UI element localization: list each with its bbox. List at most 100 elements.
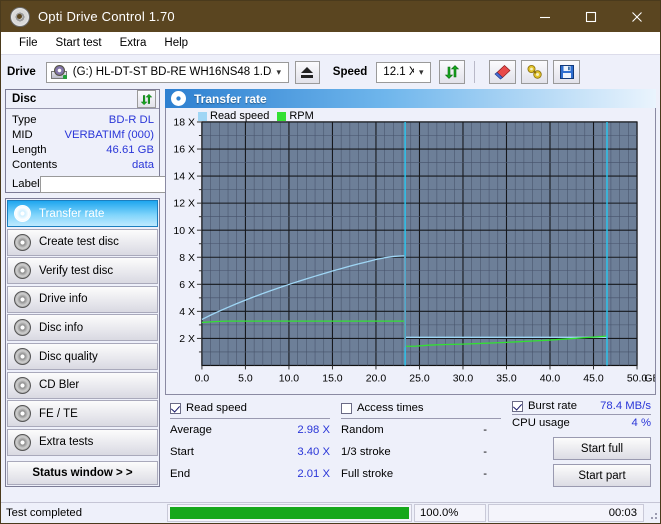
y-axis-label: 6 X (179, 280, 195, 291)
x-axis-label: 0.0 (195, 373, 210, 384)
y-axis-label: 18 X (173, 118, 195, 129)
disc-row-type-key: Type (12, 114, 37, 126)
eject-button[interactable] (295, 61, 320, 84)
cd-bler-icon (14, 377, 31, 394)
stat-row-cpu-usage: CPU usage 4 % (512, 415, 651, 431)
menu-help[interactable]: Help (155, 34, 197, 52)
x-axis-label: 45.0 (583, 373, 604, 384)
sidebar-item-fe-te[interactable]: FE / TE (7, 400, 158, 427)
read-speed-header: Read speed (170, 400, 330, 419)
sidebar-item-label: Transfer rate (39, 208, 104, 220)
x-axis-label: 30.0 (453, 373, 474, 384)
chevron-down-icon: ▾ (272, 67, 286, 78)
application-window: Opti Drive Control 1.70 File Start test … (0, 0, 661, 524)
status-window-button[interactable]: Status window > > (7, 461, 158, 485)
burst-rate-value: 78.4 MB/s (600, 400, 651, 412)
content-area: Transfer rate Read speed RPM 2 X4 X6 X8 … (165, 89, 656, 487)
menu-file[interactable]: File (10, 34, 47, 52)
sidebar-item-label: CD Bler (39, 379, 79, 391)
erase-button[interactable] (489, 60, 516, 84)
disc-quality-icon (14, 348, 31, 365)
chart-title: Transfer rate (194, 92, 267, 106)
status-message: Test completed (2, 504, 165, 522)
speed-select[interactable]: 12.1 X ▾ (376, 62, 431, 83)
save-button[interactable] (553, 60, 580, 84)
refresh-button[interactable] (439, 60, 465, 84)
read-speed-title: Read speed (186, 402, 247, 414)
stat-key: 1/3 stroke (341, 446, 391, 458)
start-part-button[interactable]: Start part (553, 464, 651, 487)
legend-rpm: RPM (277, 110, 313, 122)
sidebar-item-label: Disc quality (39, 351, 98, 363)
disc-panel-title: Disc (12, 93, 36, 105)
tools-button[interactable] (521, 60, 548, 84)
stat-row-average: Average 2.98 X (170, 419, 330, 441)
burst-rate-header: Burst rate 78.4 MB/s (512, 400, 651, 415)
speed-label: Speed (333, 66, 368, 78)
burst-rate-checkbox[interactable] (512, 401, 523, 412)
sidebar-item-disc-quality[interactable]: Disc quality (7, 343, 158, 370)
x-axis-label: 15.0 (322, 373, 343, 384)
start-full-button[interactable]: Start full (553, 437, 651, 460)
sidebar-item-verify-test-disc[interactable]: Verify test disc (7, 257, 158, 284)
access-times-checkbox[interactable] (341, 403, 352, 414)
eject-icon (301, 67, 313, 78)
resize-grip-icon[interactable] (645, 507, 658, 520)
read-speed-checkbox[interactable] (170, 403, 181, 414)
burst-rate-stats: Burst rate 78.4 MB/s CPU usage 4 % Start… (512, 400, 651, 487)
x-axis-label: 10.0 (279, 373, 300, 384)
stat-value: - (483, 446, 487, 458)
sidebar-item-drive-info[interactable]: Drive info (7, 286, 158, 313)
progress-percent: 100.0% (414, 504, 486, 522)
sidebar-spacer (7, 457, 158, 459)
close-button[interactable] (614, 1, 660, 32)
disc-info-rows: Type BD-R DL MID VERBATIMf (000) Length … (6, 109, 159, 194)
create-test-disc-icon (14, 234, 31, 251)
progress-bar (167, 504, 412, 522)
sidebar: Disc Type BD-R DL MID V (5, 89, 160, 487)
menu-start-test[interactable]: Start test (47, 34, 111, 52)
drive-info-icon (14, 291, 31, 308)
transfer-rate-plot[interactable]: 2 X4 X6 X8 X10 X12 X14 X16 X18 X0.05.010… (166, 108, 655, 397)
menu-extra[interactable]: Extra (111, 34, 156, 52)
sidebar-item-create-test-disc[interactable]: Create test disc (7, 229, 158, 256)
speed-select-value: 12.1 X (379, 66, 414, 78)
chart-panel: Read speed RPM 2 X4 X6 X8 X10 X12 X14 X1… (165, 108, 656, 395)
minimize-button[interactable] (522, 1, 568, 32)
sidebar-item-disc-info[interactable]: Disc info (7, 314, 158, 341)
status-bar: Test completed 100.0% 00:03 (1, 502, 660, 523)
test-action-buttons: Start full Start part (512, 433, 651, 487)
burst-rate-title: Burst rate (528, 400, 577, 412)
disc-icon (10, 7, 30, 27)
access-times-stats: Access times Random - 1/3 stroke - Full … (341, 400, 501, 487)
x-axis-label: 25.0 (409, 373, 430, 384)
drive-select[interactable]: (G:) HL-DT-ST BD-RE WH16NS48 1.D3 ▾ (46, 62, 289, 83)
stat-key: Average (170, 424, 212, 436)
y-axis-label: 4 X (179, 307, 195, 318)
x-axis-unit: GB (644, 373, 655, 384)
extra-tests-icon (14, 434, 31, 451)
disc-refresh-button[interactable] (137, 90, 156, 108)
sidebar-item-transfer-rate[interactable]: Transfer rate (7, 200, 158, 227)
stat-row-full-stroke: Full stroke - (341, 463, 501, 485)
sidebar-item-extra-tests[interactable]: Extra tests (7, 429, 158, 456)
maximize-button[interactable] (568, 1, 614, 32)
progress-bar-fill (170, 507, 409, 519)
sidebar-item-label: FE / TE (39, 408, 78, 420)
sidebar-item-cd-bler[interactable]: CD Bler (7, 372, 158, 399)
verify-test-disc-icon (14, 262, 31, 279)
access-times-title: Access times (357, 402, 424, 414)
legend-label: Read speed (210, 110, 269, 122)
main-body: Disc Type BD-R DL MID V (1, 89, 660, 487)
window-controls (522, 1, 660, 32)
drive-label: Drive (7, 66, 36, 78)
y-axis-label: 8 X (179, 253, 195, 264)
disc-row-type-value: BD-R DL (109, 114, 154, 126)
stat-value: - (483, 424, 487, 436)
y-axis-label: 14 X (173, 172, 195, 183)
disc-row-type: Type BD-R DL (12, 112, 154, 127)
stat-value: 2.01 X (297, 468, 330, 480)
refresh-icon (444, 64, 460, 80)
read-speed-stats: Read speed Average 2.98 X Start 3.40 X E… (170, 400, 330, 487)
stat-key: CPU usage (512, 417, 570, 429)
